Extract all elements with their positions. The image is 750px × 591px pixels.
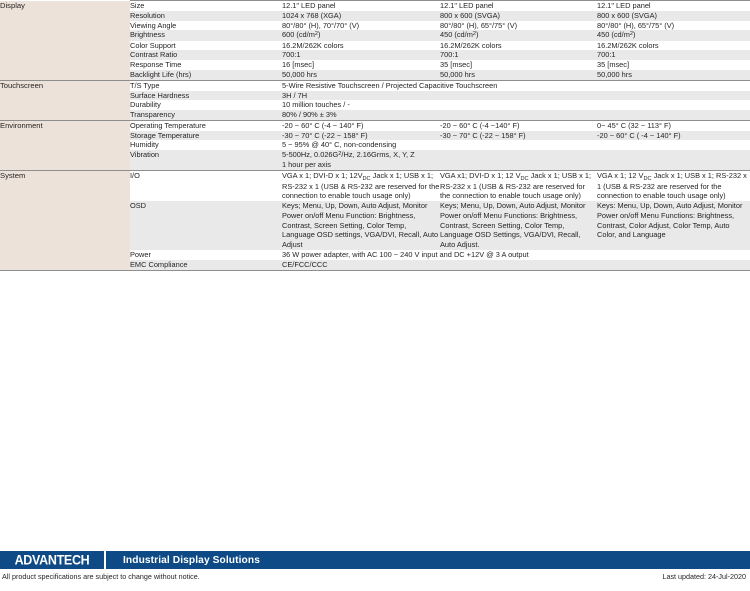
spec-name: I/O: [130, 170, 282, 202]
spec-value-col3: 0~ 45° C (32 ~ 113° F): [597, 119, 750, 131]
spec-name: Surface Hardness: [130, 90, 282, 101]
spec-value-col2: 80°/80° (H), 65°/75° (V): [440, 20, 597, 31]
specifications-table-body: Display Size 12.1" LED panel 12.1" LED pane…: [0, 0, 750, 271]
table-row: Touchscreen T/S Type 5-Wire Resistive Touc…: [0, 79, 750, 121]
spec-value-col3: 800 x 600 (SVGA): [597, 10, 750, 21]
spec-value-col3: 700:1: [597, 50, 750, 61]
spec-value-col1: VGA x 1; DVI-D x 1; 12VDC Jack x 1; USB …: [282, 170, 440, 202]
spec-name: OSD: [130, 201, 282, 250]
spec-name: Viewing Angle: [130, 20, 282, 31]
spec-name: EMC Compliance: [130, 259, 282, 271]
spec-name: Color Support: [130, 40, 282, 51]
spec-value-col2: -30 ~ 70° C (-22 ~ 158° F): [440, 130, 597, 141]
spec-value-col3: VGA x 1; 12 VDC Jack x 1; USB x 1; RS-23…: [597, 170, 750, 202]
spec-name: Durability: [130, 100, 282, 111]
spec-value-col2: -20 ~ 60° C (-4 ~140° F): [440, 119, 597, 131]
spec-value-col1: 1024 x 768 (XGA): [282, 10, 440, 21]
spec-name: Backlight Life (hrs): [130, 69, 282, 81]
footer-disclaimer: All product specifications are subject t…: [2, 571, 200, 581]
spec-value-col1: 600 (cd/m2): [282, 30, 440, 41]
footer-brand-bar: ADVANTECH Industrial Display Solutions: [0, 551, 750, 569]
spec-value: 10 million touches / -: [282, 100, 750, 111]
spec-name: Storage Temperature: [130, 130, 282, 141]
spec-value-col1: -20 ~ 60° C (-4 ~ 140° F): [282, 119, 440, 131]
spec-value: 5-Wire Resistive Touchscreen / Projected…: [282, 79, 750, 91]
spec-value-col2: 450 (cd/m2): [440, 30, 597, 41]
spec-value-col2: 12.1" LED panel: [440, 0, 597, 11]
spec-value-col3: 12.1" LED panel: [597, 0, 750, 11]
spec-name: Brightness: [130, 30, 282, 41]
spec-value: 5-500Hz, 0.026G2/Hz, 2.16Grms, X, Y, Z1 …: [282, 150, 750, 171]
footer-last-updated: Last updated: 24-Jul-2020: [662, 571, 746, 581]
spec-value-col1: 12.1" LED panel: [282, 0, 440, 11]
category-label-touchscreen: Touchscreen: [0, 79, 130, 121]
spec-value-col2: Keys; Menu, Up, Down, Auto Adjust, Monit…: [440, 201, 597, 250]
spec-value-col3: 16.2M/262K colors: [597, 40, 750, 51]
spec-value-col1: 50,000 hrs: [282, 69, 440, 81]
spec-value-col1: -30 ~ 70° C (-22 ~ 158° F): [282, 130, 440, 141]
spec-value-col2: 700:1: [440, 50, 597, 61]
spec-value-col2: 50,000 hrs: [440, 69, 597, 81]
spec-value-col1: 16 [msec]: [282, 60, 440, 70]
spec-value-col1: Keys; Menu, Up, Down, Auto Adjust, Monit…: [282, 201, 440, 250]
spec-value-col1: 16.2M/262K colors: [282, 40, 440, 51]
spec-value-col2: 800 x 600 (SVGA): [440, 10, 597, 21]
spec-value-col1: 80°/80° (H), 70°/70° (V): [282, 20, 440, 31]
advantech-logo: ADVANTECH: [0, 551, 104, 569]
table-row: Display Size 12.1" LED panel 12.1" LED pane…: [0, 0, 750, 81]
spec-value: 3H / 7H: [282, 90, 750, 101]
spec-value-col1: 700:1: [282, 50, 440, 61]
page-footer: ADVANTECH Industrial Display Solutions A…: [0, 551, 750, 581]
spec-name: Size: [130, 0, 282, 11]
spec-value: 5 ~ 95% @ 40° C, non-condensing: [282, 140, 750, 151]
spec-name: Resolution: [130, 10, 282, 21]
spec-name: Vibration: [130, 150, 282, 171]
category-label-system: System: [0, 170, 130, 271]
spec-name: Humidity: [130, 140, 282, 151]
spec-value-col3: Keys: Menu, Up, Down, Auto Adjust, Monit…: [597, 201, 750, 250]
spec-name: Operating Temperature: [130, 119, 282, 131]
spec-value: 80% / 90% ± 3%: [282, 110, 750, 121]
table-row: System I/O VGA x 1; DVI-D x 1; 12VDC Jack …: [0, 170, 750, 271]
spec-name: T/S Type: [130, 79, 282, 91]
spec-value: 36 W power adapter, with AC 100 ~ 240 V …: [282, 249, 750, 260]
spec-value-col2: 16.2M/262K colors: [440, 40, 597, 51]
spec-name: Power: [130, 249, 282, 260]
spec-value-col3: -20 ~ 60° C ( -4 ~ 140° F): [597, 130, 750, 141]
spec-value: CE/FCC/CCC: [282, 259, 750, 271]
spec-value-col3: 35 [msec]: [597, 60, 750, 70]
footer-tagline: Industrial Display Solutions: [123, 554, 260, 566]
spec-value-col2: VGA x1; DVI-D x 1; 12 VDC Jack x 1; USB …: [440, 170, 597, 202]
spec-name: Response Time: [130, 60, 282, 70]
spec-value-col2: 35 [msec]: [440, 60, 597, 70]
table-row: Environment Operating Temperature -20 ~ 60…: [0, 119, 750, 171]
advantech-logo-text: ADVANTECH: [14, 552, 90, 568]
spec-value-col3: 80°/80° (H), 65°/75° (V): [597, 20, 750, 31]
spec-name: Transparency: [130, 110, 282, 121]
spec-value-col3: 450 (cd/m2): [597, 30, 750, 41]
specifications-table: Display Size 12.1" LED panel 12.1" LED pane…: [0, 0, 750, 271]
spec-name: Contrast Ratio: [130, 50, 282, 61]
spec-value-col3: 50,000 hrs: [597, 69, 750, 81]
category-label-environment: Environment: [0, 119, 130, 171]
category-label-display: Display: [0, 0, 130, 81]
footer-note-row: All product specifications are subject t…: [0, 569, 750, 581]
